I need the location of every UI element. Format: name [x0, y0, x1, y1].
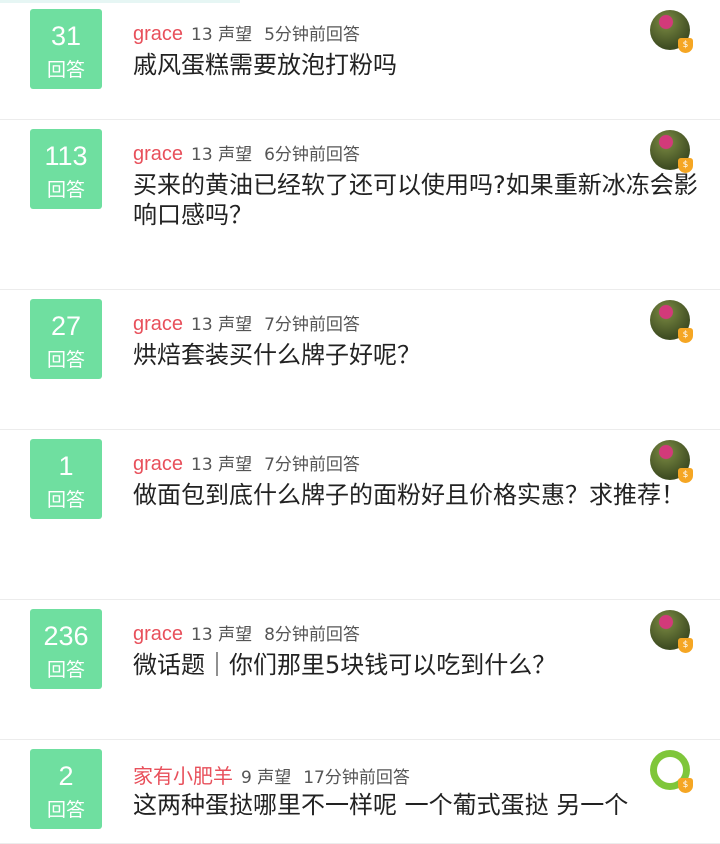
avatar[interactable]: $: [650, 610, 693, 653]
question-item[interactable]: 236 回答 grace 13 声望 8分钟前回答 微话题｜你们那里5块钱可以吃到什么…: [0, 600, 720, 740]
reputation-label: 声望: [218, 625, 253, 645]
answer-label: 回答: [46, 489, 85, 511]
avatar[interactable]: $: [650, 300, 693, 343]
question-meta: grace 13 声望 6分钟前回答: [133, 140, 360, 166]
question-meta: grace 13 声望 5分钟前回答: [133, 20, 360, 46]
question-title[interactable]: 做面包到底什么牌子的面粉好且价格实惠？求推荐！: [133, 480, 698, 510]
user-name[interactable]: grace: [133, 143, 183, 165]
question-meta: grace 13 声望 7分钟前回答: [133, 310, 360, 336]
reputation: 13: [191, 625, 213, 645]
timestamp: 7分钟前回答: [264, 455, 360, 475]
answer-count: 31: [50, 21, 82, 51]
answer-count-badge: 236 回答: [30, 609, 102, 689]
timestamp: 6分钟前回答: [264, 145, 360, 165]
question-title[interactable]: 烘焙套装买什么牌子好呢？: [133, 340, 698, 370]
reputation: 9: [241, 768, 252, 788]
user-name[interactable]: grace: [133, 313, 183, 335]
answer-count: 236: [43, 621, 89, 651]
question-item[interactable]: 113 回答 grace 13 声望 6分钟前回答 买来的黄油已经软了还可以使用吗?如…: [0, 120, 720, 290]
question-item[interactable]: 31 回答 grace 13 声望 5分钟前回答 戚风蛋糕需要放泡打粉吗 $: [0, 0, 720, 120]
answer-label: 回答: [46, 799, 85, 821]
question-meta: 家有小肥羊 9 声望 17分钟前回答: [133, 760, 410, 789]
question-item[interactable]: 1 回答 grace 13 声望 7分钟前回答 做面包到底什么牌子的面粉好且价格实惠？…: [0, 430, 720, 600]
reputation: 13: [191, 455, 213, 475]
answer-count-badge: 2 回答: [30, 749, 102, 829]
answer-label: 回答: [46, 659, 85, 681]
timestamp: 17分钟前回答: [303, 768, 410, 788]
reputation-label: 声望: [218, 145, 253, 165]
timestamp: 5分钟前回答: [264, 25, 360, 45]
question-meta: grace 13 声望 8分钟前回答: [133, 620, 360, 646]
reputation-label: 声望: [218, 25, 253, 45]
question-title[interactable]: 这两种蛋挞哪里不一样呢 一个葡式蛋挞 另一个: [133, 790, 698, 820]
shield-badge-icon: $: [678, 158, 693, 173]
shield-badge-icon: $: [678, 638, 693, 653]
shield-badge-icon: $: [678, 38, 693, 53]
question-item[interactable]: 2 回答 家有小肥羊 9 声望 17分钟前回答 这两种蛋挞哪里不一样呢 一个葡式蛋挞 …: [0, 740, 720, 844]
question-title[interactable]: 戚风蛋糕需要放泡打粉吗: [133, 50, 698, 80]
shield-badge-icon: $: [678, 468, 693, 483]
avatar[interactable]: $: [650, 10, 693, 53]
question-item[interactable]: 27 回答 grace 13 声望 7分钟前回答 烘焙套装买什么牌子好呢？ $: [0, 290, 720, 430]
question-title[interactable]: 微话题｜你们那里5块钱可以吃到什么？: [133, 650, 698, 680]
question-meta: grace 13 声望 7分钟前回答: [133, 450, 360, 476]
reputation: 13: [191, 315, 213, 335]
shield-badge-icon: $: [678, 778, 693, 793]
shield-badge-icon: $: [678, 328, 693, 343]
reputation-label: 声望: [257, 768, 292, 788]
question-title[interactable]: 买来的黄油已经软了还可以使用吗?如果重新冰冻会影响口感吗？: [133, 170, 698, 230]
answer-count: 1: [58, 451, 74, 481]
timestamp: 7分钟前回答: [264, 315, 360, 335]
user-name[interactable]: grace: [133, 623, 183, 645]
reputation: 13: [191, 145, 213, 165]
reputation-label: 声望: [218, 315, 253, 335]
user-name[interactable]: grace: [133, 453, 183, 475]
answer-label: 回答: [46, 59, 85, 81]
answer-count: 27: [50, 311, 82, 341]
timestamp: 8分钟前回答: [264, 625, 360, 645]
answer-count-badge: 1 回答: [30, 439, 102, 519]
answer-count-badge: 27 回答: [30, 299, 102, 379]
reputation-label: 声望: [218, 455, 253, 475]
answer-count-badge: 31 回答: [30, 9, 102, 89]
answer-count: 113: [44, 141, 88, 171]
avatar[interactable]: $: [650, 750, 693, 793]
answer-count: 2: [58, 761, 74, 791]
answer-label: 回答: [46, 179, 85, 201]
avatar[interactable]: $: [650, 440, 693, 483]
user-name[interactable]: 家有小肥羊: [133, 766, 233, 788]
reputation: 13: [191, 25, 213, 45]
avatar[interactable]: $: [650, 130, 693, 173]
answer-label: 回答: [46, 349, 85, 371]
answer-count-badge: 113 回答: [30, 129, 102, 209]
user-name[interactable]: grace: [133, 23, 183, 45]
